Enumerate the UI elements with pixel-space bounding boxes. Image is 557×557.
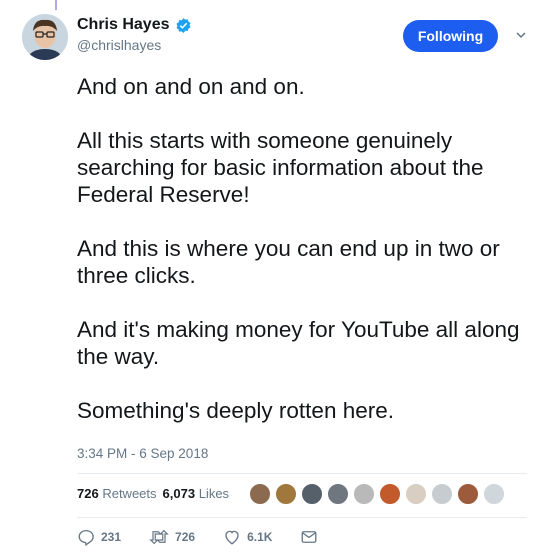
envelope-icon <box>301 531 317 543</box>
reply-button[interactable]: 231 <box>77 528 121 546</box>
like-button[interactable]: 6.1K <box>223 528 272 546</box>
author-display-name[interactable]: Chris Hayes <box>77 16 192 34</box>
tweet-paragraph: And on and on and on. <box>77 74 305 99</box>
like-count: 6.1K <box>247 530 273 544</box>
tweet-actions: 231 726 6.1K <box>77 527 352 547</box>
retweet-icon <box>149 529 169 545</box>
tweet-paragraph: And it's making money for YouTube all al… <box>77 317 520 369</box>
liker-avatar[interactable] <box>378 482 402 506</box>
retweets-label: Retweets <box>102 486 157 501</box>
likes-label: Likes <box>198 486 230 501</box>
liker-avatars <box>248 482 508 506</box>
retweets-count: 726 <box>77 486 99 501</box>
tweet-timestamp[interactable]: 3:34 PM - 6 Sep 2018 <box>77 446 208 461</box>
direct-message-button[interactable] <box>300 528 324 546</box>
liker-avatar[interactable] <box>300 482 324 506</box>
heart-icon <box>225 530 239 545</box>
divider <box>77 473 527 474</box>
tweet-paragraph: Something's deeply rotten here. <box>77 398 394 423</box>
tweet-paragraph: And this is where you can end up in two … <box>77 236 500 288</box>
liker-avatar[interactable] <box>248 482 272 506</box>
divider <box>77 517 527 518</box>
liker-avatar[interactable] <box>352 482 376 506</box>
liker-avatar[interactable] <box>404 482 428 506</box>
verified-badge-icon <box>175 17 192 34</box>
reply-icon <box>78 529 94 546</box>
chevron-down-icon[interactable] <box>514 28 528 42</box>
thread-connector-line <box>55 0 57 10</box>
liker-avatar[interactable] <box>456 482 480 506</box>
author-avatar[interactable] <box>22 14 68 60</box>
tweet-text: And on and on and on. All this starts wi… <box>77 73 537 424</box>
liker-avatar[interactable] <box>430 482 454 506</box>
author-handle[interactable]: @chrislhayes <box>77 37 192 53</box>
liker-avatar[interactable] <box>482 482 506 506</box>
liker-avatar[interactable] <box>326 482 350 506</box>
display-name-text: Chris Hayes <box>77 16 170 33</box>
likes-stat[interactable]: 6,073 Likes <box>163 486 230 501</box>
tweet-paragraph: All this starts with someone genuinely s… <box>77 128 484 207</box>
likes-count: 6,073 <box>162 486 196 501</box>
liker-avatar[interactable] <box>274 482 298 506</box>
retweet-count: 726 <box>175 530 196 544</box>
tweet-header: Chris Hayes @chrislhayes Following <box>22 14 537 64</box>
tweet-stats: 726 Retweets 6,073 Likes <box>77 486 235 501</box>
retweet-button[interactable]: 726 <box>149 528 195 546</box>
reply-count: 231 <box>101 530 122 544</box>
following-button[interactable]: Following <box>403 20 498 52</box>
retweets-stat[interactable]: 726 Retweets <box>77 486 157 501</box>
